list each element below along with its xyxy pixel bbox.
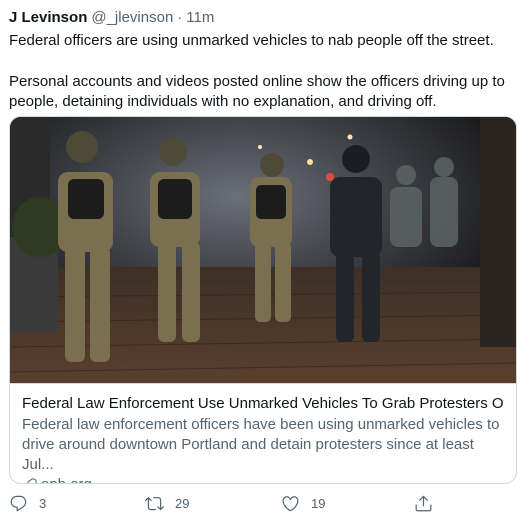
card-domain[interactable]: opb.org bbox=[22, 475, 504, 483]
card-description: Federal law enforcement officers have be… bbox=[22, 416, 500, 473]
tweet-text: Federal officers are using unmarked vehi… bbox=[9, 31, 521, 112]
card-image[interactable] bbox=[10, 117, 516, 383]
news-photo bbox=[10, 117, 516, 383]
card-title[interactable]: Federal Law Enforcement Use Unmarked Veh… bbox=[22, 394, 504, 414]
retweet-icon bbox=[145, 497, 164, 511]
reply-icon bbox=[10, 495, 27, 512]
heart-icon bbox=[282, 496, 299, 512]
reply-button[interactable]: 3 bbox=[9, 494, 46, 513]
reply-count: 3 bbox=[39, 496, 47, 511]
author-handle[interactable]: @_jlevinson bbox=[91, 8, 173, 28]
like-button[interactable]: 19 bbox=[281, 494, 325, 513]
share-icon bbox=[415, 495, 432, 512]
tweet-text-line: Federal officers are using unmarked vehi… bbox=[9, 32, 494, 49]
separator-dot: · bbox=[177, 9, 183, 26]
author-display-name[interactable]: J Levinson bbox=[9, 8, 87, 28]
card-domain-text[interactable]: opb.org bbox=[41, 475, 92, 483]
tweet-text-line: Personal accounts and videos posted onli… bbox=[9, 73, 505, 110]
tweet-timestamp[interactable]: 11m bbox=[186, 8, 214, 28]
tweet-header: J Levinson @_jlevinson · 11m bbox=[9, 8, 521, 28]
tweet-actions: 3 29 19 bbox=[0, 494, 529, 516]
link-card[interactable]: Federal Law Enforcement Use Unmarked Veh… bbox=[9, 116, 517, 484]
link-icon bbox=[27, 478, 37, 483]
like-count: 19 bbox=[311, 496, 326, 511]
card-body[interactable]: Federal Law Enforcement Use Unmarked Veh… bbox=[10, 383, 516, 483]
retweet-button[interactable]: 29 bbox=[145, 494, 189, 513]
share-button[interactable] bbox=[414, 494, 433, 513]
retweet-count: 29 bbox=[175, 496, 190, 511]
